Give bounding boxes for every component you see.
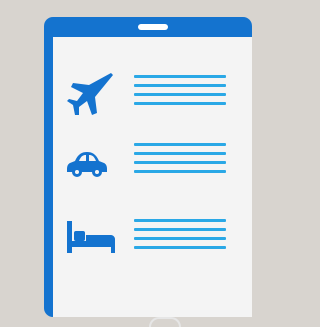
bed-icon — [67, 221, 115, 253]
text-lines — [134, 219, 226, 255]
text-line — [134, 75, 226, 78]
text-line — [134, 84, 226, 87]
list-item-hotel — [53, 213, 252, 263]
tablet-screen — [53, 37, 252, 327]
text-line — [134, 102, 226, 105]
tablet-frame — [44, 17, 252, 327]
tablet-speaker — [138, 24, 168, 30]
text-line — [134, 143, 226, 146]
text-line — [134, 161, 226, 164]
text-line — [134, 170, 226, 173]
text-line — [134, 219, 226, 222]
text-line — [134, 93, 226, 96]
list-item-car — [53, 137, 252, 187]
list-item-flight — [53, 69, 252, 119]
airplane-icon — [67, 73, 113, 115]
home-button — [149, 317, 181, 327]
text-lines — [134, 75, 226, 111]
car-icon — [67, 152, 107, 177]
text-line — [134, 228, 226, 231]
text-lines — [134, 143, 226, 179]
text-line — [134, 246, 226, 249]
text-line — [134, 152, 226, 155]
text-line — [134, 237, 226, 240]
